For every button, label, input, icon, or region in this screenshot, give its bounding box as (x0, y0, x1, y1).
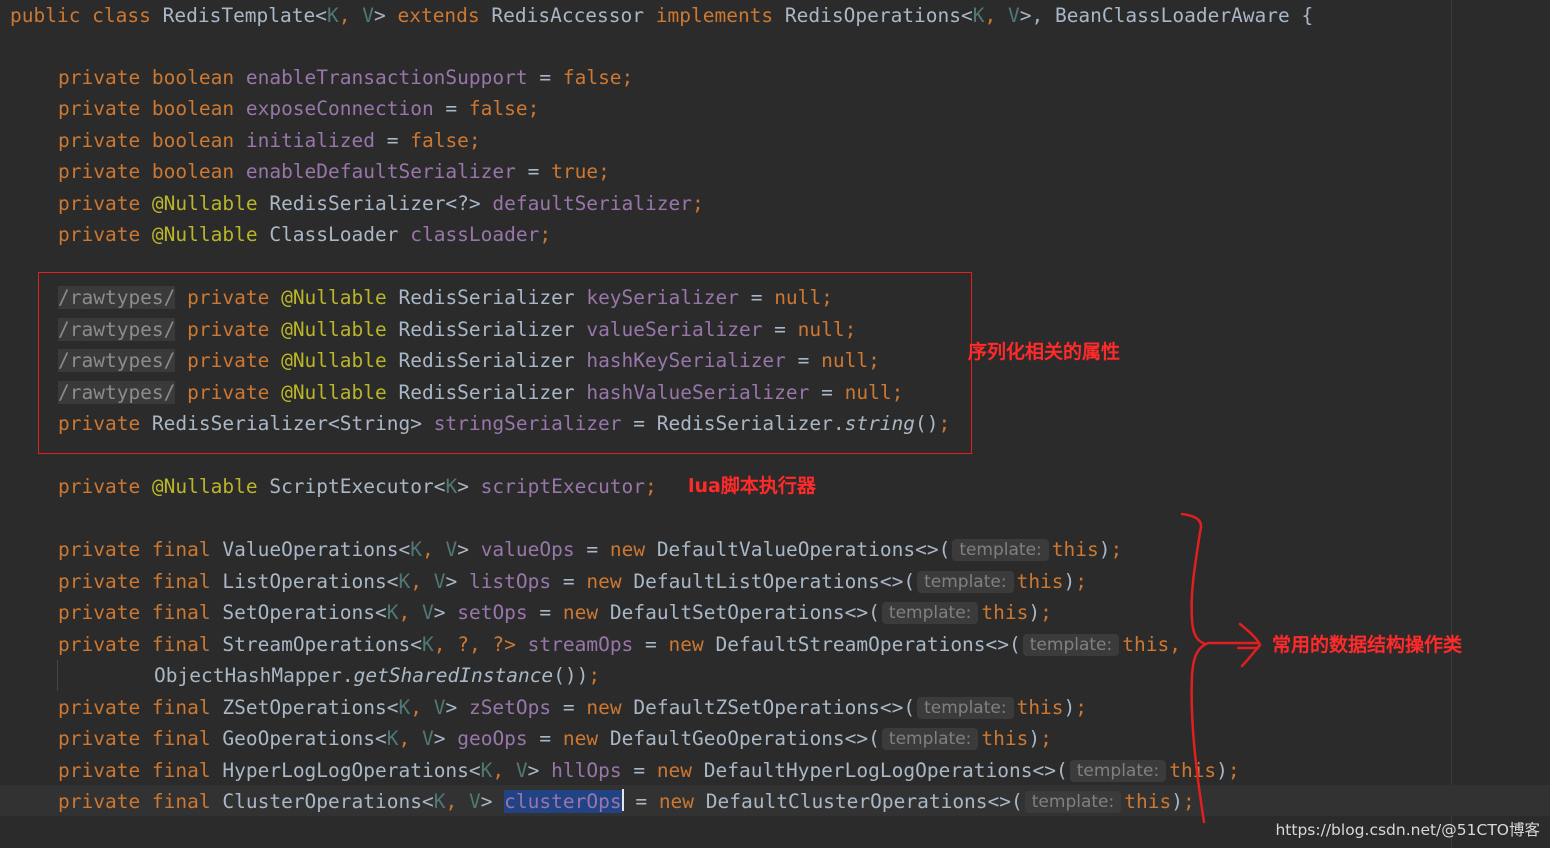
watermark: https://blog.csdn.net/@51CTO博客 (1275, 821, 1540, 839)
curly-brace-mark (1180, 512, 1210, 824)
handwritten-markup (1180, 512, 1262, 824)
arrow-mark (1206, 622, 1262, 668)
